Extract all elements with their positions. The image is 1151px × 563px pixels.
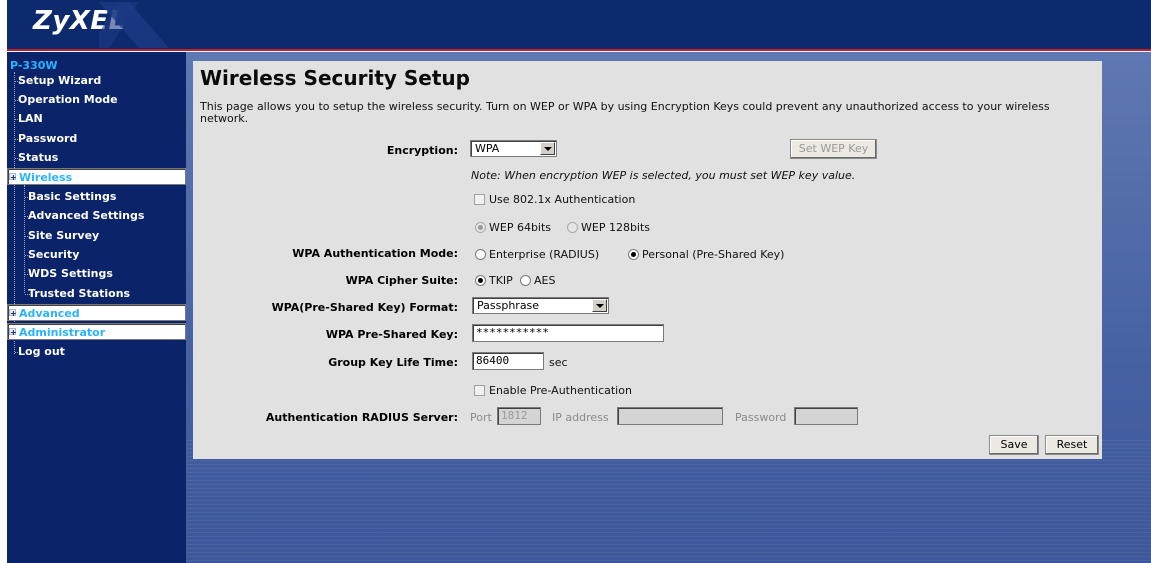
use-8021x-label: Use 802.1x Authentication <box>489 193 636 206</box>
set-wep-key-button[interactable]: Set WEP Key <box>790 139 877 159</box>
expand-icon[interactable]: + <box>9 309 17 318</box>
chevron-down-icon[interactable] <box>540 142 555 155</box>
radius-port-label: Port <box>470 411 492 424</box>
reset-button[interactable]: Reset <box>1045 435 1099 455</box>
sidebar-item-setup-wizard[interactable]: Setup Wizard <box>7 72 186 90</box>
radius-password-label: Password <box>735 411 787 424</box>
expand-icon[interactable]: + <box>9 328 17 337</box>
auth-enterprise-radio[interactable] <box>475 249 486 260</box>
radius-ip-input[interactable] <box>617 407 723 425</box>
wep-128-label: WEP 128bits <box>581 221 651 234</box>
cipher-suite-label: WPA Cipher Suite: <box>345 274 458 287</box>
cipher-tkip-radio[interactable] <box>475 275 486 286</box>
sidebar-item-basic-settings[interactable]: Basic Settings <box>7 188 186 206</box>
auth-personal-radio[interactable] <box>628 249 639 260</box>
sidebar-item-password[interactable]: Password <box>7 130 186 148</box>
cipher-tkip-label: TKIP <box>489 274 513 287</box>
wep-128-radio[interactable] <box>567 222 578 233</box>
sidebar: P-330W Setup Wizard Operation Mode LAN P… <box>7 52 186 563</box>
psk-format-select[interactable]: Passphrase <box>472 297 609 314</box>
sidebar-item-trusted-stations[interactable]: Trusted Stations <box>7 285 186 303</box>
sidebar-item-advanced-settings[interactable]: Advanced Settings <box>7 207 186 225</box>
use-8021x-checkbox[interactable] <box>474 194 485 205</box>
expand-icon[interactable]: + <box>9 173 17 182</box>
top-banner: ZyXEL <box>7 0 1151 51</box>
cipher-aes-label: AES <box>534 274 556 287</box>
wep-64-label: WEP 64bits <box>489 221 552 234</box>
encryption-label: Encryption: <box>386 144 458 157</box>
radius-port-input[interactable]: 1812 <box>497 407 541 425</box>
sidebar-item-wds-settings[interactable]: WDS Settings <box>7 265 186 283</box>
chevron-down-icon[interactable] <box>592 299 607 312</box>
encryption-select[interactable]: WPA <box>470 140 557 157</box>
sidebar-item-lan[interactable]: LAN <box>7 110 186 128</box>
radius-ip-label: IP address <box>552 411 609 424</box>
page-description: This page allows you to setup the wirele… <box>200 100 1050 125</box>
logo-swoosh-icon <box>99 2 169 48</box>
page-title: Wireless Security Setup <box>200 66 470 90</box>
sidebar-item-wireless[interactable]: + Wireless <box>7 168 186 185</box>
wep-note: Note: When encryption WEP is selected, y… <box>471 169 856 182</box>
pre-auth-checkbox[interactable] <box>474 385 485 396</box>
psk-input[interactable]: *********** <box>472 324 664 342</box>
psk-format-label: WPA(Pre-Shared Key) Format: <box>271 301 458 314</box>
sidebar-item-security[interactable]: Security <box>7 246 186 264</box>
sidebar-item-administrator[interactable]: + Administrator <box>7 323 186 340</box>
wpa-auth-mode-label: WPA Authentication Mode: <box>292 247 458 260</box>
auth-enterprise-label: Enterprise (RADIUS) <box>489 248 600 261</box>
pre-auth-label: Enable Pre-Authentication <box>489 384 632 397</box>
group-key-unit: sec <box>549 356 568 369</box>
psk-label: WPA Pre-Shared Key: <box>325 328 458 341</box>
auth-personal-label: Personal (Pre-Shared Key) <box>642 248 785 261</box>
sidebar-item-site-survey[interactable]: Site Survey <box>7 227 186 245</box>
sidebar-item-log-out[interactable]: Log out <box>7 343 186 361</box>
group-key-input[interactable]: 86400 <box>472 352 544 370</box>
sidebar-item-status[interactable]: Status <box>7 149 186 167</box>
sidebar-item-advanced[interactable]: + Advanced <box>7 304 186 321</box>
wep-64-radio[interactable] <box>475 222 486 233</box>
sidebar-item-operation-mode[interactable]: Operation Mode <box>7 91 186 109</box>
banner-divider <box>7 49 1151 51</box>
save-button[interactable]: Save <box>989 435 1039 455</box>
group-key-label: Group Key Life Time: <box>328 356 458 369</box>
radius-password-input[interactable] <box>794 407 858 425</box>
cipher-aes-radio[interactable] <box>520 275 531 286</box>
radius-label: Authentication RADIUS Server: <box>265 411 458 424</box>
